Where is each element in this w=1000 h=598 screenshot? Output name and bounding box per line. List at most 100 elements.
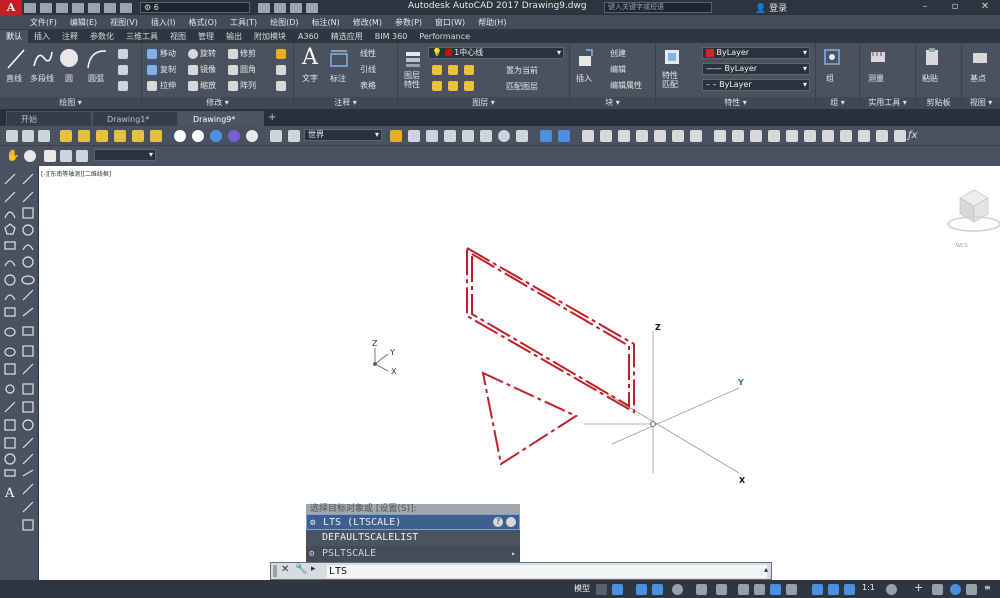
shell-icon[interactable] bbox=[636, 130, 648, 142]
isolate-objects-icon[interactable] bbox=[950, 584, 961, 595]
make-current-button[interactable]: 置为当前 bbox=[506, 65, 538, 76]
snap-quadrant-icon[interactable] bbox=[480, 130, 492, 142]
group-button[interactable]: 组 bbox=[826, 73, 834, 84]
ortho-icon[interactable] bbox=[636, 584, 647, 595]
arc-icon[interactable] bbox=[86, 48, 108, 70]
annotation-panel-title[interactable]: 注释 ▾ bbox=[294, 97, 397, 109]
file-tab-start[interactable]: 开始 bbox=[6, 111, 92, 126]
extrude-icon[interactable] bbox=[540, 130, 552, 142]
dimension-icon[interactable] bbox=[328, 48, 350, 70]
hardware-accel-icon[interactable] bbox=[932, 584, 943, 595]
layer-state-icon[interactable] bbox=[432, 65, 442, 75]
arc-button[interactable]: 圆弧 bbox=[88, 73, 104, 84]
menu-draw[interactable]: 绘图(D) bbox=[270, 17, 298, 28]
gradient-icon[interactable] bbox=[118, 81, 128, 91]
model-tab[interactable]: 模型 bbox=[574, 583, 590, 594]
osnap-icon[interactable] bbox=[716, 584, 727, 595]
render-icon[interactable] bbox=[228, 130, 240, 142]
cone-icon[interactable] bbox=[96, 130, 108, 142]
menu-view[interactable]: 视图(V) bbox=[110, 17, 138, 28]
insert-button[interactable]: 插入 bbox=[576, 73, 592, 84]
pan-icon[interactable]: ✋ bbox=[6, 149, 20, 162]
slice-icon[interactable] bbox=[600, 130, 612, 142]
match-layer-button[interactable]: 匹配图层 bbox=[506, 81, 538, 92]
red-triangle[interactable] bbox=[481, 371, 579, 466]
fillet-button[interactable]: 圆角 bbox=[240, 64, 256, 75]
object-track-icon[interactable] bbox=[696, 584, 707, 595]
dim-angular-icon[interactable] bbox=[822, 130, 834, 142]
viewcube[interactable] bbox=[947, 189, 1000, 232]
color-dropdown[interactable]: ByLayer ▾ bbox=[702, 47, 810, 59]
layer-icon[interactable] bbox=[274, 2, 286, 13]
snap-mode-icon[interactable] bbox=[612, 584, 623, 595]
help-icon[interactable]: ? bbox=[493, 517, 503, 527]
polar-icon[interactable] bbox=[652, 584, 663, 595]
layer-freeze-icon[interactable] bbox=[432, 81, 442, 91]
camera-icon[interactable] bbox=[60, 150, 72, 162]
hatch-icon[interactable] bbox=[118, 65, 128, 75]
new-tab-button[interactable]: + bbox=[268, 112, 276, 123]
clean-icon[interactable] bbox=[690, 130, 702, 142]
ucs-dropdown[interactable]: 世界 ▾ bbox=[304, 129, 382, 141]
scale-button[interactable]: 缩放 bbox=[200, 80, 216, 91]
layer-isolate-icon[interactable] bbox=[464, 65, 474, 75]
dim-radius-icon[interactable] bbox=[786, 130, 798, 142]
separate-icon[interactable] bbox=[672, 130, 684, 142]
view-panel-title[interactable]: 视图 ▾ bbox=[962, 97, 1000, 109]
login-button[interactable]: 👤 登录 bbox=[755, 1, 787, 14]
menu-dimension[interactable]: 标注(N) bbox=[312, 17, 340, 28]
walk-icon[interactable] bbox=[76, 150, 88, 162]
move-button[interactable]: 移动 bbox=[160, 48, 176, 59]
polyline-button[interactable]: 多段线 bbox=[30, 73, 54, 84]
center-mark-icon[interactable] bbox=[894, 130, 906, 142]
snap-endpoint-icon[interactable] bbox=[408, 130, 420, 142]
clipboard-panel-title[interactable]: 剪贴板 bbox=[916, 97, 961, 109]
saveas-icon[interactable] bbox=[72, 2, 84, 13]
linetype-dropdown[interactable]: – – ByLayer ▾ bbox=[702, 79, 810, 91]
mirror-button[interactable]: 镜像 bbox=[200, 64, 216, 75]
torus-icon[interactable] bbox=[150, 130, 162, 142]
measure-button[interactable]: 测量 bbox=[868, 73, 884, 84]
menu-parametric[interactable]: 参数(P) bbox=[395, 17, 422, 28]
dim-linear-icon[interactable] bbox=[714, 130, 726, 142]
dim-arc-icon[interactable] bbox=[750, 130, 762, 142]
dim-continue-icon[interactable] bbox=[858, 130, 870, 142]
3d-osnap-icon[interactable] bbox=[786, 584, 797, 595]
union-icon[interactable] bbox=[174, 130, 186, 142]
measure-icon[interactable] bbox=[868, 47, 888, 67]
edit-attributes-button[interactable]: 编辑属性 bbox=[610, 80, 642, 91]
layer-unlock-icon[interactable] bbox=[464, 81, 474, 91]
copy-button[interactable]: 复制 bbox=[160, 64, 176, 75]
ucs-previous-icon[interactable] bbox=[38, 130, 50, 142]
material-icon[interactable] bbox=[246, 130, 258, 142]
sphere-icon[interactable] bbox=[114, 130, 126, 142]
grip-icon[interactable] bbox=[273, 565, 277, 577]
undo-icon[interactable] bbox=[104, 2, 116, 13]
layers-panel-title[interactable]: 图层 ▾ bbox=[398, 97, 569, 109]
tab-a360[interactable]: A360 bbox=[292, 30, 325, 43]
tab-output[interactable]: 输出 bbox=[220, 30, 248, 43]
dimension-button[interactable]: 标注 bbox=[330, 73, 346, 84]
snap-center-icon[interactable] bbox=[462, 130, 474, 142]
properties-panel-title[interactable]: 特性 ▾ bbox=[656, 97, 815, 109]
transparency-icon[interactable] bbox=[754, 584, 765, 595]
linear-button[interactable]: 线性 bbox=[360, 48, 376, 59]
explode-icon[interactable] bbox=[276, 65, 286, 75]
group-icon[interactable] bbox=[822, 47, 842, 67]
circle-icon[interactable] bbox=[58, 47, 80, 69]
menu-help[interactable]: 帮助(H) bbox=[478, 17, 506, 28]
file-tab-drawing9[interactable]: Drawing9* bbox=[178, 111, 264, 126]
utilities-panel-title[interactable]: 实用工具 ▾ bbox=[860, 97, 915, 109]
interfere-icon[interactable] bbox=[618, 130, 630, 142]
draw-panel-title[interactable]: 绘图 ▾ bbox=[0, 97, 141, 109]
viewcube-wcs-label[interactable]: WCS bbox=[956, 243, 968, 249]
paste-icon[interactable] bbox=[922, 47, 942, 67]
annotation-visibility-icon[interactable] bbox=[828, 584, 839, 595]
snap-midpoint-icon[interactable] bbox=[426, 130, 438, 142]
selection-cycling-icon[interactable] bbox=[770, 584, 781, 595]
circle-button[interactable]: 圆 bbox=[65, 73, 73, 84]
command-history-icon[interactable]: ▴ bbox=[764, 565, 768, 574]
layer-lock-icon[interactable] bbox=[448, 81, 458, 91]
rotate-button[interactable]: 旋转 bbox=[200, 48, 216, 59]
dim-baseline-icon[interactable] bbox=[840, 130, 852, 142]
